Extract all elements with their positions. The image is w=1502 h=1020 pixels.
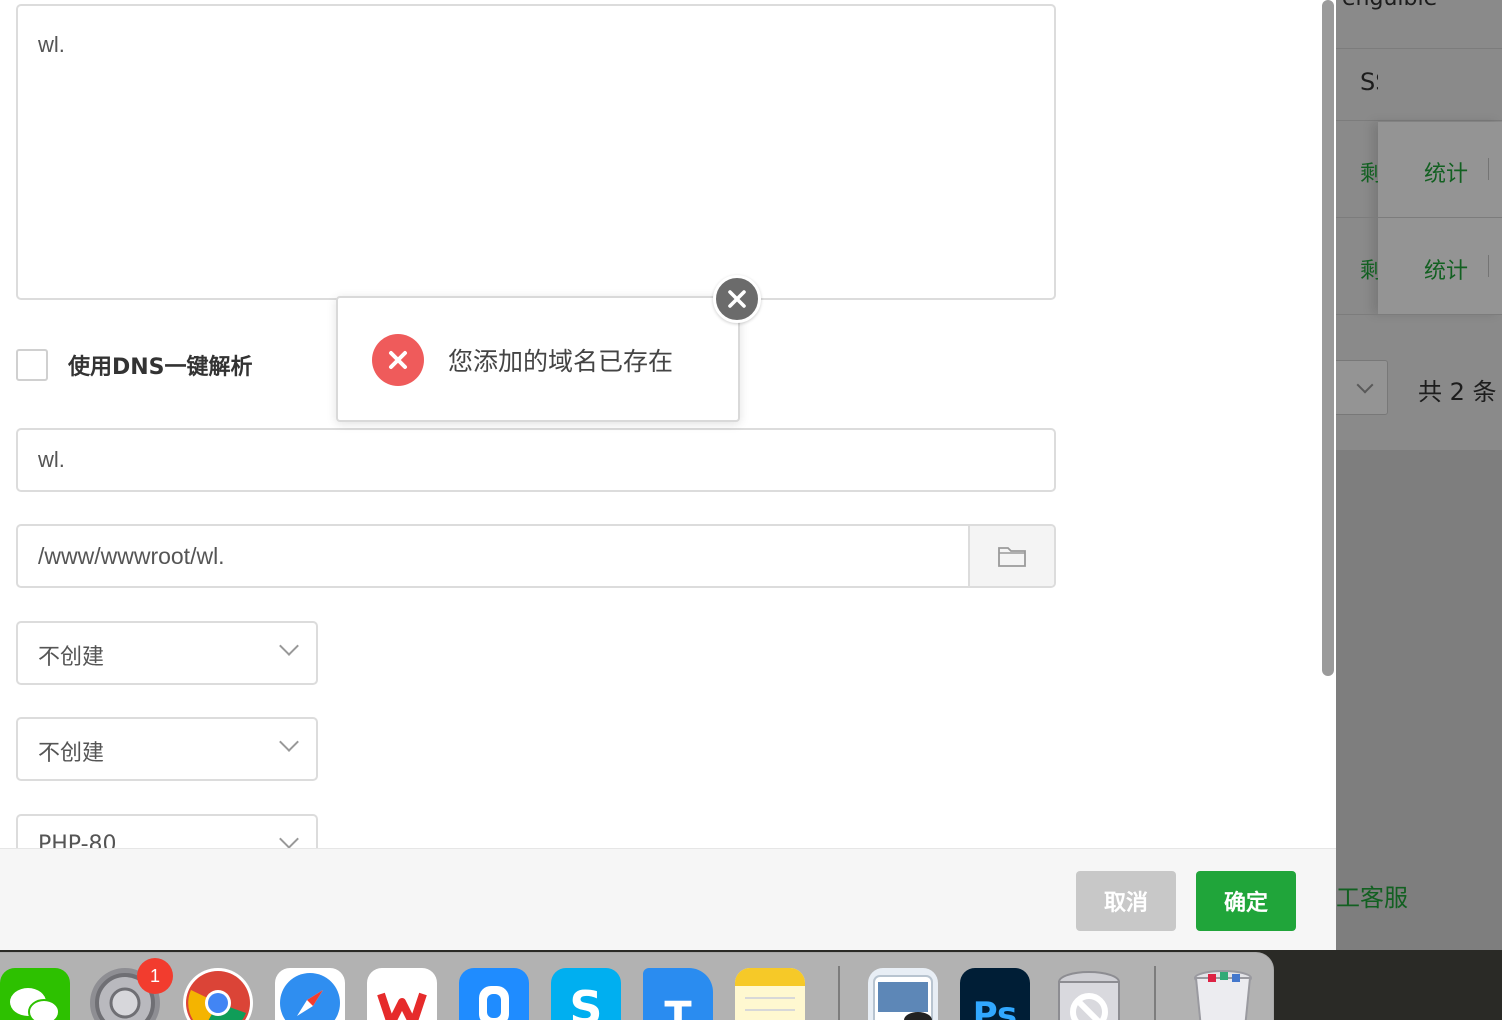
close-icon: [728, 290, 746, 308]
domain-input[interactable]: [16, 428, 1056, 492]
photoshop-icon[interactable]: Ps: [960, 968, 1030, 1020]
domain-list-textarea[interactable]: wl.: [16, 4, 1056, 300]
svg-text:Ps: Ps: [973, 995, 1018, 1020]
cancel-button[interactable]: 取消: [1076, 871, 1176, 931]
notification-badge: 1: [137, 958, 173, 994]
trash-icon[interactable]: [1188, 968, 1258, 1020]
chevron-down-icon: [279, 636, 299, 656]
chevron-down-icon: [279, 732, 299, 752]
scrollbar-thumb[interactable]: [1322, 0, 1334, 676]
wechat-icon[interactable]: [0, 968, 70, 1020]
notes-icon[interactable]: [735, 968, 805, 1020]
root-path-field: [16, 524, 1056, 588]
chevron-down-icon: [279, 829, 299, 849]
dock-separator: [838, 966, 840, 1020]
dns-label: 使用DNS一键解析: [68, 355, 253, 380]
disk-utility-icon[interactable]: [1054, 968, 1124, 1020]
typora-icon[interactable]: T: [643, 968, 713, 1020]
ftp-select-value: 不创建: [38, 645, 105, 670]
toast-message: 您添加的域名已存在: [448, 347, 674, 376]
dock-separator: [1154, 966, 1156, 1020]
toast-close-button[interactable]: [713, 275, 761, 323]
safari-icon[interactable]: [275, 968, 345, 1020]
skype-icon[interactable]: S: [551, 968, 621, 1020]
preview-icon[interactable]: [868, 968, 938, 1020]
wps-icon[interactable]: [367, 968, 437, 1020]
folder-picker-button[interactable]: [968, 526, 1054, 586]
dns-option-row: 使用DNS一键解析: [16, 348, 253, 382]
qq-icon[interactable]: [459, 968, 529, 1020]
dns-checkbox[interactable]: [16, 349, 48, 381]
error-toast: 您添加的域名已存在: [336, 296, 740, 422]
root-path-input[interactable]: [18, 526, 970, 586]
svg-text:T: T: [664, 994, 692, 1020]
dialog-footer: 取消 确定: [0, 848, 1336, 950]
ftp-select[interactable]: 不创建: [16, 621, 318, 685]
database-select[interactable]: 不创建: [16, 717, 318, 781]
add-site-dialog: wl. 使用DNS一键解析 不创建 不创建 PHP-80 取消 确定: [0, 0, 1336, 950]
error-icon: [372, 334, 424, 386]
confirm-button[interactable]: 确定: [1196, 871, 1296, 931]
dialog-scrollbar[interactable]: [1320, 0, 1336, 848]
svg-text:S: S: [569, 981, 602, 1020]
folder-icon: [998, 547, 1026, 567]
database-select-value: 不创建: [38, 741, 105, 766]
